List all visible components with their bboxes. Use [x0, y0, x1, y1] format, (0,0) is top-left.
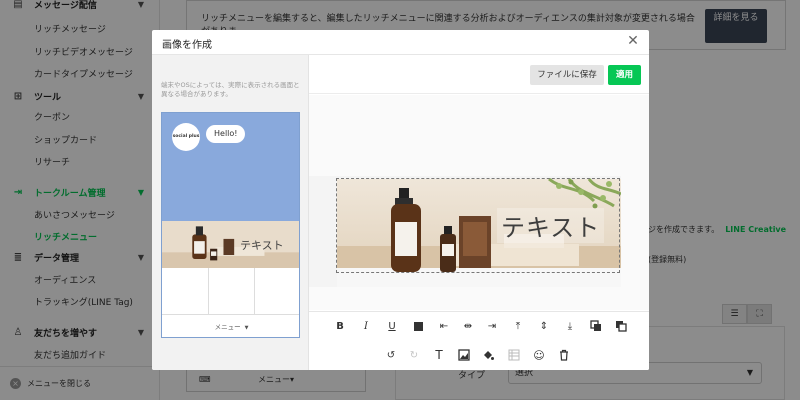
- align-top-icon[interactable]: ⤒: [510, 318, 526, 334]
- align-center-h-icon[interactable]: ⇹: [460, 318, 476, 334]
- editor-canvas[interactable]: テキスト: [309, 95, 649, 310]
- preview-image-text: テキスト: [240, 239, 284, 252]
- redo-icon[interactable]: ↻: [406, 347, 422, 363]
- color-square-icon[interactable]: [410, 318, 426, 334]
- chat-area: social plus Hello!: [162, 113, 299, 221]
- trash-icon[interactable]: [556, 347, 572, 363]
- avatar: social plus: [172, 123, 200, 151]
- canvas-text-layer[interactable]: テキスト: [497, 208, 605, 243]
- sticker-icon[interactable]: ☺: [531, 347, 547, 363]
- bold-icon[interactable]: B: [332, 318, 348, 334]
- underline-icon[interactable]: U: [384, 318, 400, 334]
- preview-pane: 端末やOSによっては、実際に表示される画面と異なる場合があります。 social…: [152, 55, 309, 370]
- rich-menu-cell: [209, 268, 256, 314]
- undo-icon[interactable]: ↺: [383, 347, 399, 363]
- apply-button[interactable]: 適用: [608, 65, 641, 85]
- layers-icon[interactable]: [506, 347, 522, 363]
- chat-bubble: Hello!: [206, 125, 246, 143]
- send-backward-icon[interactable]: [613, 318, 629, 334]
- toolbar-row-insert: ↺ ↻ T ☺: [309, 347, 649, 365]
- rich-menu-grid: [162, 268, 299, 315]
- text-icon[interactable]: T: [431, 347, 447, 363]
- align-right-icon[interactable]: ⇥: [484, 318, 500, 334]
- editor-pane: ファイルに保存 適用 テキスト B I U ⇤ ⇹ ⇥ ⤒ ⇕ ⤓ ↺ ↻ T …: [309, 55, 649, 370]
- toolbar-row-format: B I U ⇤ ⇹ ⇥ ⤒ ⇕ ⤓: [309, 318, 649, 336]
- image-icon[interactable]: [456, 347, 472, 363]
- fill-icon[interactable]: [480, 347, 496, 363]
- create-image-modal: 画像を作成 ✕ 端末やOSによっては、実際に表示される画面と異なる場合があります…: [152, 30, 649, 370]
- caret-down-icon: ▼: [244, 325, 249, 331]
- bring-forward-icon[interactable]: [588, 318, 604, 334]
- phone-menu-bar: メニュー ▼: [214, 323, 249, 331]
- italic-icon[interactable]: I: [358, 318, 374, 334]
- align-left-icon[interactable]: ⇤: [436, 318, 452, 334]
- modal-header: 画像を作成 ✕: [152, 30, 649, 55]
- editor-topbar: ファイルに保存 適用: [309, 55, 649, 94]
- align-bottom-icon[interactable]: ⤓: [562, 318, 578, 334]
- save-file-button[interactable]: ファイルに保存: [530, 65, 604, 85]
- editor-toolbar: B I U ⇤ ⇹ ⇥ ⤒ ⇕ ⤓ ↺ ↻ T ☺: [309, 311, 649, 370]
- rich-menu-image-preview: テキスト: [162, 221, 299, 268]
- phone-preview: social plus Hello! テキスト メニュー ▼: [161, 112, 300, 338]
- rich-menu-cell: [162, 268, 209, 314]
- align-middle-v-icon[interactable]: ⇕: [536, 318, 552, 334]
- modal-title: 画像を作成: [162, 40, 212, 51]
- close-icon[interactable]: ✕: [625, 33, 641, 49]
- canvas-image[interactable]: テキスト: [309, 176, 621, 287]
- preview-note: 端末やOSによっては、実際に表示される画面と異なる場合があります。: [161, 81, 300, 99]
- rich-menu-cell: [255, 268, 299, 314]
